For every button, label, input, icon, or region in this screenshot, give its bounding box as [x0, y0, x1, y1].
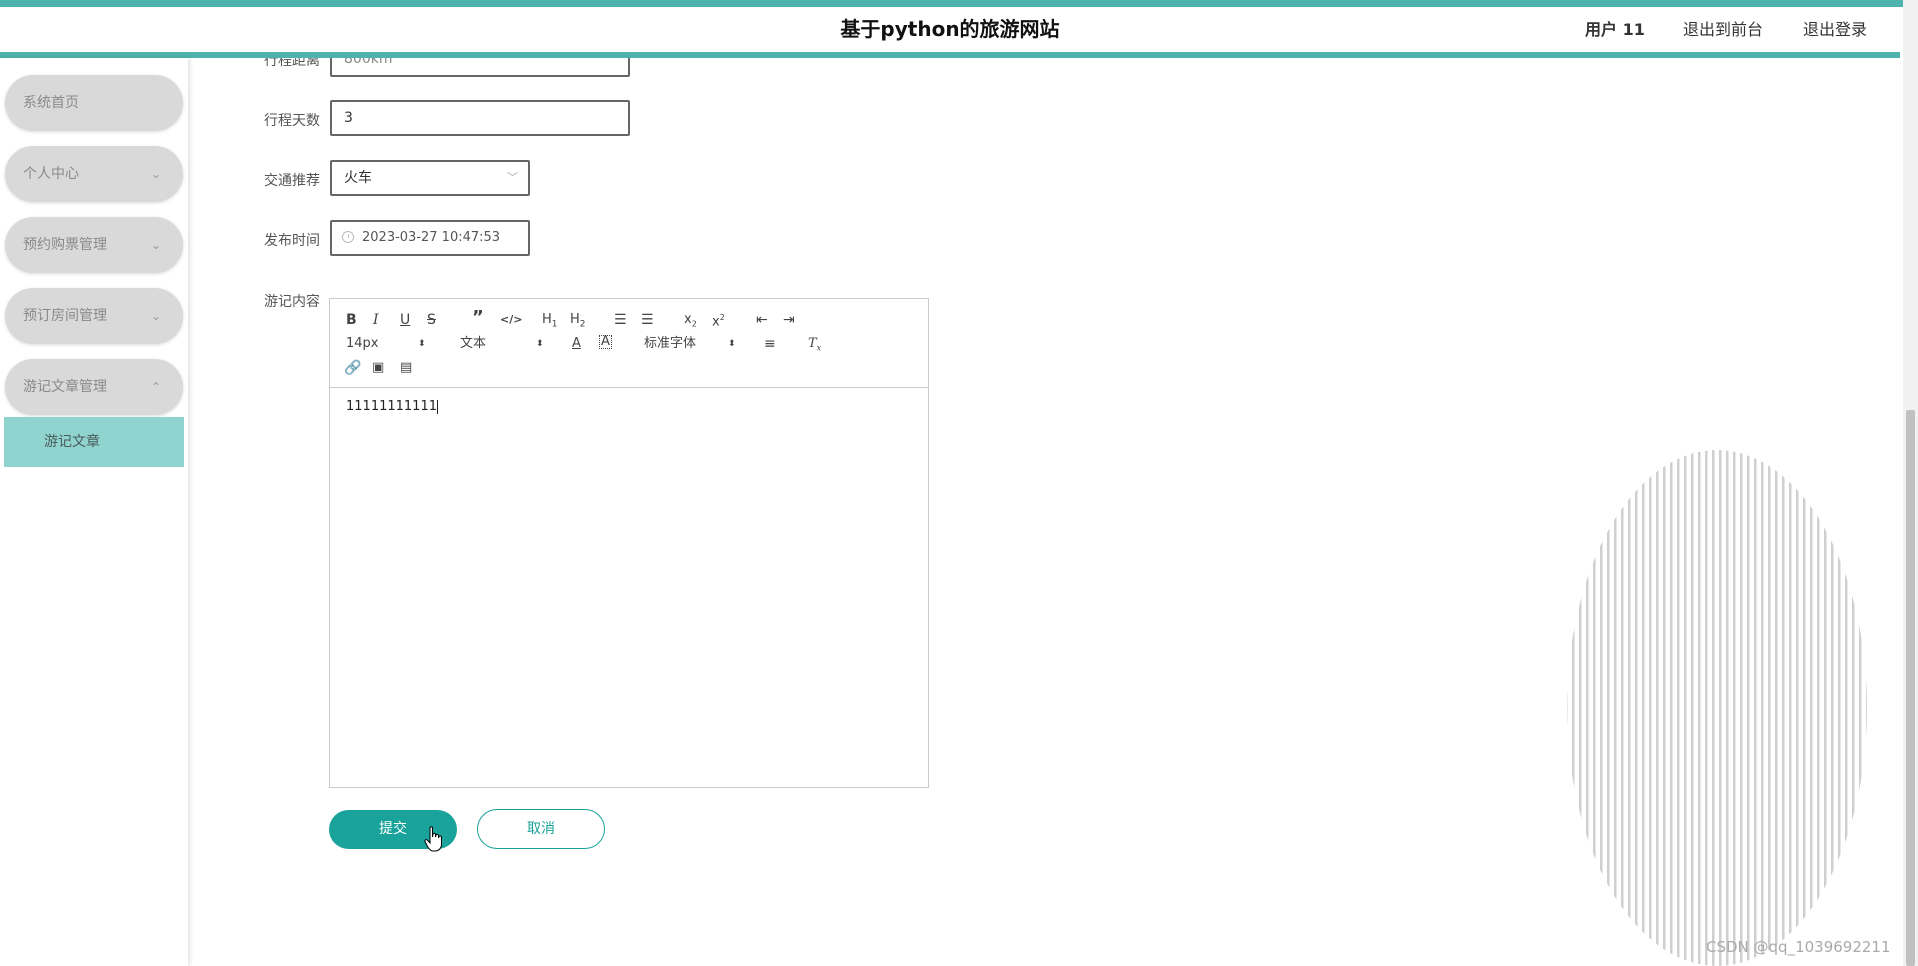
- cancel-button[interactable]: 取消: [477, 809, 605, 849]
- rich-text-editor: B I U S ” </> H1 H2 ☰ ☰ x2 x2 ⇤ ⇥ 14px ⬍…: [329, 298, 929, 788]
- sidebar-subitem-label: 游记文章: [44, 434, 100, 450]
- clock-icon: [342, 231, 354, 243]
- watermark-text: CSDN @qq_1039692211: [1706, 938, 1891, 956]
- back-to-front-link[interactable]: 退出到前台: [1683, 7, 1763, 52]
- editor-content[interactable]: 11111111111: [346, 399, 438, 414]
- font-size-select[interactable]: 14px ⬍: [346, 335, 426, 353]
- background-color-icon[interactable]: A: [599, 335, 612, 349]
- transport-select[interactable]: 火车 ﹀: [330, 160, 530, 196]
- block-format-value: 文本: [460, 336, 487, 351]
- chevron-up-icon: ⌃: [150, 380, 161, 394]
- italic-icon[interactable]: I: [373, 311, 379, 329]
- chevron-down-icon: ⌄: [150, 309, 161, 323]
- video-icon[interactable]: ▤: [400, 359, 412, 377]
- heading-2-icon[interactable]: H2: [570, 311, 586, 334]
- decorative-stripes: [1567, 450, 1867, 966]
- distance-input[interactable]: 800km: [330, 58, 630, 77]
- indent-icon[interactable]: ⇥: [783, 311, 795, 329]
- sidebar-item-room-booking[interactable]: 预订房间管理 ⌄: [5, 288, 183, 344]
- bold-icon[interactable]: B: [346, 311, 357, 329]
- font-color-icon[interactable]: A: [572, 335, 581, 353]
- clear-format-icon[interactable]: Tx: [808, 335, 821, 358]
- align-icon[interactable]: ≡: [764, 335, 776, 353]
- text-caret: [436, 399, 438, 414]
- header: 基于python的旅游网站 用户 11 退出到前台 退出登录: [0, 7, 1900, 58]
- sidebar-item-home[interactable]: 系统首页: [5, 75, 183, 131]
- header-accent-stripe: [0, 0, 1918, 7]
- strikethrough-icon[interactable]: S: [427, 311, 436, 329]
- hand-pointer-icon: [424, 826, 442, 852]
- editor-toolbar: B I U S ” </> H1 H2 ☰ ☰ x2 x2 ⇤ ⇥ 14px ⬍…: [330, 299, 928, 388]
- image-icon[interactable]: ▣: [372, 359, 384, 377]
- subscript-icon[interactable]: x2: [684, 311, 697, 334]
- font-size-value: 14px: [346, 336, 379, 351]
- updown-icon: ⬍: [536, 339, 544, 349]
- transport-select-value: 火车: [344, 170, 372, 186]
- editor-text: 11111111111: [346, 399, 437, 414]
- sidebar-item-personal-center[interactable]: 个人中心 ⌄: [5, 146, 183, 202]
- heading-1-icon[interactable]: H1: [542, 311, 558, 334]
- superscript-icon[interactable]: x2: [712, 309, 725, 331]
- outdent-icon[interactable]: ⇤: [756, 311, 768, 329]
- link-icon[interactable]: 🔗: [344, 359, 361, 377]
- ordered-list-icon[interactable]: ☰: [614, 311, 627, 329]
- content-label: 游记内容: [264, 294, 320, 310]
- publish-time-value: 2023-03-27 10:47:53: [362, 230, 501, 245]
- days-label: 行程天数: [264, 113, 320, 129]
- chevron-down-icon: ⌄: [150, 167, 161, 181]
- publish-time-label: 发布时间: [264, 233, 320, 249]
- transport-label: 交通推荐: [264, 173, 320, 189]
- chevron-down-icon: ⌄: [150, 238, 161, 252]
- block-format-select[interactable]: 文本 ⬍: [460, 335, 544, 353]
- updown-icon: ⬍: [728, 339, 736, 349]
- chevron-down-icon: ﹀: [507, 171, 518, 184]
- sidebar-item-label: 预订房间管理: [23, 308, 107, 324]
- font-family-select[interactable]: 标准字体 ⬍: [644, 335, 736, 353]
- days-input[interactable]: 3: [330, 100, 630, 136]
- underline-icon[interactable]: U: [400, 311, 410, 329]
- current-user: 用户 11: [1585, 20, 1645, 39]
- sidebar-item-label: 系统首页: [23, 95, 79, 111]
- sidebar-item-label: 游记文章管理: [23, 379, 107, 395]
- sidebar: 系统首页 个人中心 ⌄ 预约购票管理 ⌄ 预订房间管理 ⌄ 游记文章管理 ⌃ 游…: [0, 58, 188, 966]
- blockquote-icon[interactable]: ”: [472, 309, 484, 327]
- font-family-value: 标准字体: [644, 336, 697, 351]
- scrollbar-thumb[interactable]: [1906, 410, 1915, 966]
- bullet-list-icon[interactable]: ☰: [641, 311, 654, 329]
- sidebar-item-ticket-booking[interactable]: 预约购票管理 ⌄: [5, 217, 183, 273]
- sidebar-subitem-travel-article[interactable]: 游记文章: [4, 417, 184, 467]
- code-block-icon[interactable]: </>: [500, 311, 522, 329]
- distance-label: 行程距离: [264, 58, 320, 69]
- logout-link[interactable]: 退出登录: [1803, 7, 1867, 52]
- updown-icon: ⬍: [418, 339, 426, 349]
- scrolled-row-clip: 行程距离 800km: [0, 58, 1900, 80]
- publish-time-input[interactable]: 2023-03-27 10:47:53: [330, 220, 530, 256]
- sidebar-item-travel-articles[interactable]: 游记文章管理 ⌃: [5, 359, 183, 415]
- sidebar-item-label: 预约购票管理: [23, 237, 107, 253]
- sidebar-item-label: 个人中心: [23, 166, 79, 182]
